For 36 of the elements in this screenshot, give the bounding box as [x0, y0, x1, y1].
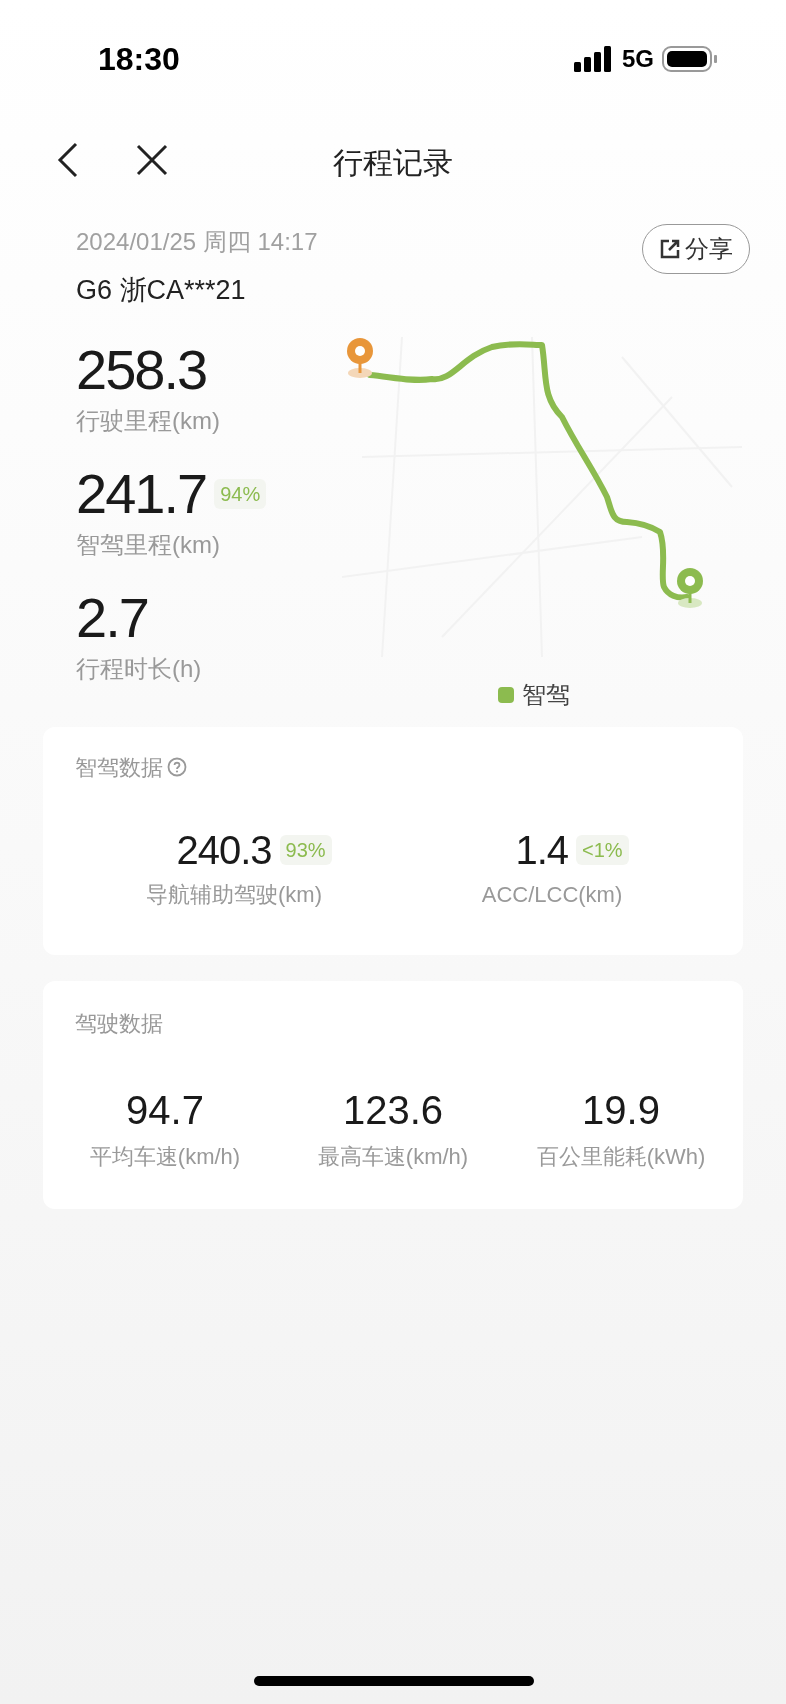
- metric-value: 123.6: [342, 1086, 444, 1134]
- metric-label: 导航辅助驾驶(km): [146, 880, 322, 909]
- metric-label: 百公里能耗(kWh): [536, 1142, 706, 1171]
- percent-badge: 94%: [214, 478, 267, 509]
- metric-label: ACC/LCC(km): [481, 880, 623, 909]
- stat-label: 智驾里程(km): [76, 529, 221, 560]
- signal-icon: [574, 46, 614, 72]
- back-button[interactable]: [56, 142, 80, 178]
- stat-value: 258.3: [76, 336, 207, 403]
- vehicle-plate: G6 浙CA***21: [76, 274, 247, 307]
- percent-badge: 93%: [279, 834, 332, 865]
- stat-label: 行程时长(h): [76, 653, 203, 684]
- card-title: 驾驶数据: [75, 1009, 164, 1038]
- percent-badge: <1%: [576, 834, 629, 865]
- back-icon: [56, 142, 80, 178]
- metric-label: 最高车速(km/h): [317, 1142, 469, 1171]
- legend-label: 智驾: [522, 679, 570, 710]
- metric-value: 240.3: [176, 826, 272, 874]
- card-title: 智驾数据: [75, 753, 163, 782]
- stat-value: 241.7: [76, 460, 207, 527]
- share-icon: [659, 238, 681, 260]
- metric-value: 94.7: [126, 1086, 204, 1134]
- stat-label: 行驶里程(km): [76, 405, 221, 436]
- help-icon: [167, 757, 187, 777]
- page-title: 行程记录: [333, 144, 453, 181]
- status-time: 18:30: [98, 40, 180, 79]
- metric-label: 平均车速(km/h): [89, 1142, 241, 1171]
- battery-icon: [662, 46, 718, 72]
- network-label: 5G: [622, 44, 654, 74]
- stat-value: 2.7: [76, 584, 148, 651]
- metric-value: 19.9: [582, 1086, 660, 1134]
- share-button[interactable]: 分享: [642, 224, 750, 274]
- close-icon: [136, 144, 168, 176]
- trip-datetime: 2024/01/25 周四 14:17: [76, 227, 318, 257]
- close-button[interactable]: [136, 144, 168, 176]
- metric-value: 1.4: [515, 826, 568, 874]
